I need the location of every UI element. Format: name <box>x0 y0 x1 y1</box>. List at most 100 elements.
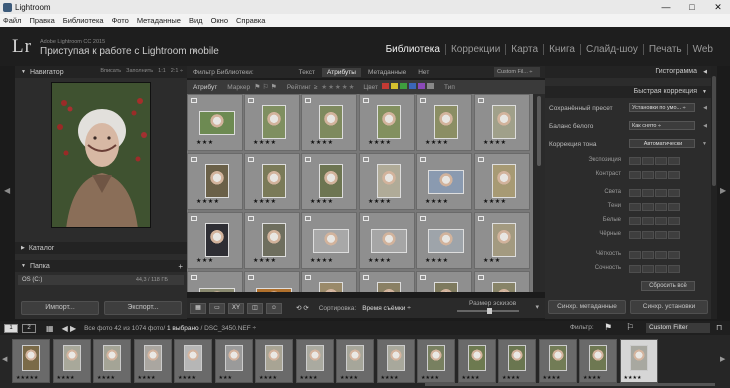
quick-collection-marker-icon[interactable] <box>305 275 311 280</box>
adjust-step-button[interactable] <box>629 217 641 225</box>
grid-icon[interactable]: ▦ <box>46 324 54 333</box>
photo-thumbnail[interactable] <box>492 223 516 257</box>
filmstrip-left-arrow-icon[interactable]: ◀ <box>2 355 7 363</box>
photo-thumbnail[interactable] <box>199 111 235 135</box>
filmstrip-thumbnail[interactable]: ★★★★ <box>619 339 658 383</box>
grid-cell[interactable]: ★★★ <box>187 94 243 151</box>
adjust-step-button[interactable] <box>668 251 680 259</box>
adjust-step-button[interactable] <box>642 157 654 165</box>
adjust-step-button[interactable] <box>642 265 654 273</box>
grid-cell[interactable]: ★★★★ <box>301 212 357 269</box>
scrollbar-thumb[interactable] <box>712 76 716 186</box>
adjust-step-button[interactable] <box>629 171 641 179</box>
menu-window[interactable]: Окно <box>211 16 228 25</box>
module-develop[interactable]: Коррекции <box>444 44 505 55</box>
menu-view[interactable]: Вид <box>189 16 203 25</box>
module-web[interactable]: Web <box>686 44 718 55</box>
photo-thumbnail[interactable] <box>492 105 516 139</box>
rating-stars-filter[interactable]: ★★★★★ <box>321 83 355 91</box>
menu-edit[interactable]: Правка <box>29 16 54 25</box>
export-button[interactable]: Экспорт... <box>104 301 182 315</box>
adjust-step-button[interactable] <box>668 265 680 273</box>
white-balance-dropdown[interactable]: Как снято ÷ <box>629 121 695 130</box>
quick-collection-marker-icon[interactable] <box>420 216 426 221</box>
adjust-step-button[interactable] <box>655 217 667 225</box>
adjust-step-button[interactable] <box>642 189 654 197</box>
reset-all-button[interactable]: Сбросить всё <box>641 281 695 291</box>
filmstrip-thumbnail[interactable]: ★★★★ <box>133 339 172 383</box>
filmstrip-thumbnail[interactable]: ★★★★ <box>336 339 374 383</box>
sync-settings-button[interactable]: Синхр. установки <box>630 300 708 314</box>
grid-cell[interactable]: ★★★★ <box>359 94 415 151</box>
grid-cell[interactable] <box>301 271 357 292</box>
grid-cell[interactable] <box>474 271 530 292</box>
maximize-button[interactable]: □ <box>680 0 704 14</box>
quick-collection-marker-icon[interactable] <box>248 98 254 103</box>
flag-filter-icon[interactable]: ⚑ <box>604 322 612 333</box>
filmstrip-thumbnail[interactable]: ★★★★ <box>255 339 293 383</box>
navigator-preview[interactable] <box>51 82 151 228</box>
color-swatch[interactable] <box>409 83 416 89</box>
close-button[interactable]: ✕ <box>706 0 730 14</box>
adjust-step-button[interactable] <box>629 157 641 165</box>
quick-collection-marker-icon[interactable] <box>305 216 311 221</box>
people-view-button[interactable]: ☺ <box>266 302 282 314</box>
filmstrip-thumbnail[interactable]: ★★★★ <box>498 339 536 383</box>
compare-view-button[interactable]: XY <box>228 302 244 314</box>
toolbar-menu-icon[interactable]: ▾ <box>535 303 539 311</box>
filmstrip-thumbnail[interactable]: ★★★★ <box>174 339 212 383</box>
grid-cell[interactable]: ★★★★ <box>416 212 472 269</box>
getting-started-title[interactable]: Приступая к работе с Lightroom mobile <box>40 46 219 57</box>
survey-view-button[interactable]: ◫ <box>247 302 263 314</box>
adjust-step-button[interactable] <box>642 203 654 211</box>
photo-thumbnail[interactable] <box>434 105 458 139</box>
quick-collection-marker-icon[interactable] <box>420 275 426 280</box>
photo-thumbnail[interactable] <box>428 229 464 253</box>
filmstrip-filter-dropdown[interactable]: Custom Filter <box>646 323 710 333</box>
quick-collection-marker-icon[interactable] <box>191 98 197 103</box>
grid-view-button[interactable]: ▦ <box>190 302 206 314</box>
grid-cell[interactable]: ★★★★ <box>474 153 530 210</box>
grid-cell[interactable]: ★★★★ <box>301 153 357 210</box>
zoom-fill[interactable]: Заполнить <box>126 68 153 74</box>
import-button[interactable]: Импорт... <box>21 301 99 315</box>
quick-collection-marker-icon[interactable] <box>420 157 426 162</box>
quick-develop-header[interactable]: Быстрая коррекция ▼ <box>545 86 711 98</box>
expand-triangle-icon[interactable]: ◀ <box>703 123 707 129</box>
grid-cell[interactable]: ★★★★ <box>359 212 415 269</box>
filter-tab-none[interactable]: Нет <box>413 68 434 77</box>
quick-collection-marker-icon[interactable] <box>363 216 369 221</box>
auto-tone-button[interactable]: Автоматически <box>629 139 695 148</box>
grid-cell[interactable]: ★★★★ <box>416 94 472 151</box>
photo-thumbnail[interactable] <box>319 282 343 292</box>
zoom-1-1[interactable]: 1:1 <box>158 68 166 74</box>
sync-metadata-button[interactable]: Синхр. метаданные <box>548 300 626 314</box>
drive-row[interactable]: OS (C:) 44,3 / 118 ГБ <box>18 275 184 285</box>
collapse-triangle-icon[interactable]: ▼ <box>21 69 26 75</box>
rating-operator[interactable]: ≥ <box>314 84 318 91</box>
adjust-step-button[interactable] <box>655 171 667 179</box>
photo-thumbnail[interactable] <box>377 164 401 198</box>
scrollbar-thumb[interactable] <box>537 96 541 166</box>
quick-collection-marker-icon[interactable] <box>248 157 254 162</box>
add-folder-button[interactable]: + <box>178 262 183 271</box>
adjust-step-button[interactable] <box>655 231 667 239</box>
quick-collection-marker-icon[interactable] <box>191 216 197 221</box>
quick-collection-marker-icon[interactable] <box>420 98 426 103</box>
histogram-header[interactable]: Гистограмма ◀ <box>545 66 711 78</box>
left-panel-toggle-icon[interactable]: ◀ <box>4 186 10 195</box>
grid-cell[interactable] <box>244 271 300 292</box>
filter-preset-dropdown[interactable]: Custom Fil... ÷ <box>494 67 540 77</box>
adjust-step-button[interactable] <box>668 189 680 197</box>
quick-collection-marker-icon[interactable] <box>248 275 254 280</box>
grid-cell[interactable]: ★★★★ <box>244 153 300 210</box>
grid-cell[interactable]: ★★★ <box>187 212 243 269</box>
photo-thumbnail[interactable] <box>319 164 343 198</box>
adjust-step-button[interactable] <box>642 251 654 259</box>
quick-collection-marker-icon[interactable] <box>478 98 484 103</box>
photo-thumbnail[interactable] <box>205 164 229 198</box>
photo-thumbnail[interactable] <box>199 288 235 292</box>
photo-thumbnail[interactable] <box>377 105 401 139</box>
quick-collection-marker-icon[interactable] <box>363 157 369 162</box>
photo-thumbnail[interactable] <box>256 288 292 292</box>
